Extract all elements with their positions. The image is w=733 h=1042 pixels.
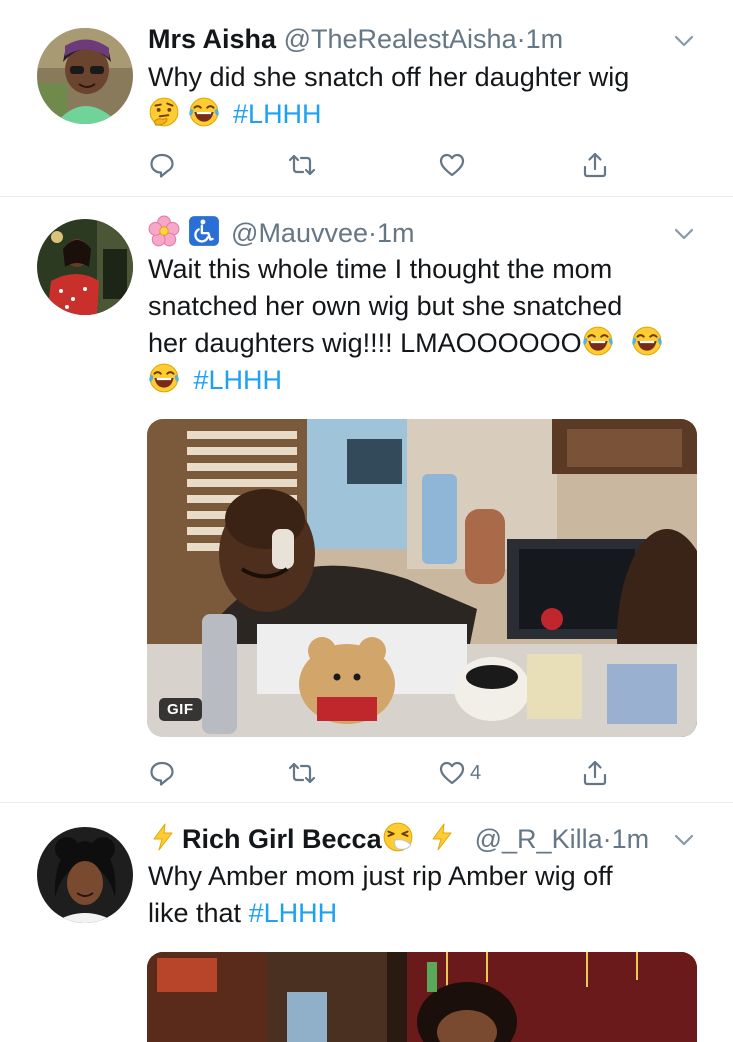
timestamp[interactable]: 1m [377, 218, 415, 248]
display-name[interactable]: Rich Girl Becca [182, 824, 382, 854]
separator: · [602, 824, 612, 854]
heart-icon [439, 761, 465, 785]
hashtag-link[interactable]: #LHHH [233, 99, 322, 129]
chevron-down-icon[interactable] [671, 28, 697, 54]
gif-image [147, 952, 697, 1042]
like-button[interactable]: 4 [438, 753, 481, 793]
hashtag-link[interactable]: #LHHH [249, 898, 338, 928]
retweet-icon [288, 762, 316, 784]
gif-image [147, 419, 697, 737]
reply-button[interactable] [148, 145, 176, 185]
tweet-text-line: Why did she snatch off her daughter wig [148, 62, 630, 92]
tweet-text-line: Why Amber mom just rip Amber wig off [148, 861, 613, 891]
sneezing-face-icon [382, 822, 413, 852]
avatar[interactable] [37, 827, 133, 923]
tears-of-joy-icon [187, 97, 220, 127]
handle[interactable]: @_R_Killa [475, 824, 603, 854]
tweet-header: @Mauvvee·1m [148, 215, 415, 250]
tweet-actions [140, 145, 620, 185]
timestamp[interactable]: 1m [526, 24, 564, 54]
tweet-text-line: like that #LHHH [148, 895, 693, 932]
heart-icon [439, 153, 465, 177]
tweet-text-line: #LHHH [148, 362, 693, 399]
tweet-text-line: her daughters wig!!!! LMAOOOOOO [148, 325, 693, 362]
tweet-text: Why did she snatch off her daughter wig … [148, 59, 693, 133]
gif-badge: GIF [159, 698, 202, 721]
avatar[interactable] [37, 28, 133, 124]
handle[interactable]: @TheRealestAisha [284, 24, 517, 54]
share-button[interactable] [581, 753, 609, 793]
gif-media[interactable]: GIF [147, 419, 697, 737]
hashtag-link[interactable]: #LHHH [194, 365, 283, 395]
wheelchair-symbol-icon [187, 215, 220, 247]
tweet-text-fragment: her daughters wig!!!! LMAOOOOOO [148, 328, 582, 358]
separator: · [368, 218, 377, 248]
chevron-down-icon[interactable] [671, 827, 697, 853]
tweet-text-fragment: like that [148, 898, 242, 928]
tweet-actions: 4 [140, 753, 620, 793]
high-voltage-icon [432, 823, 452, 851]
tweet[interactable]: Mrs Aisha @TheRealestAisha·1m Why did sh… [0, 4, 733, 197]
tweet[interactable]: Rich Girl Becca @_R_Killa·1m Why Amber m… [0, 803, 733, 1042]
tweet-text-line: Wait this whole time I thought the mom [148, 254, 613, 284]
gif-media[interactable] [147, 952, 697, 1042]
cherry-blossom-icon [148, 215, 180, 247]
chevron-down-icon[interactable] [671, 221, 697, 247]
tweet-text-line: #LHHH [148, 96, 693, 133]
tears-of-joy-icon [148, 363, 180, 393]
tweet-text: Wait this whole time I thought the mom s… [148, 251, 693, 399]
reply-icon [150, 153, 174, 178]
retweet-button[interactable] [287, 753, 317, 793]
timestamp[interactable]: 1m [612, 824, 650, 854]
reply-icon [150, 761, 174, 786]
tweet-text: Why Amber mom just rip Amber wig off lik… [148, 858, 693, 932]
avatar[interactable] [37, 219, 133, 315]
retweet-button[interactable] [287, 145, 317, 185]
handle[interactable]: @Mauvvee [231, 218, 368, 248]
tweet-header: Rich Girl Becca @_R_Killa·1m [148, 821, 649, 856]
thinking-face-icon [149, 97, 179, 127]
tears-of-joy-icon [631, 326, 663, 356]
like-button[interactable] [438, 145, 466, 185]
like-count: 4 [470, 761, 482, 784]
tweet[interactable]: @Mauvvee·1m Wait this whole time I thoug… [0, 197, 733, 803]
separator: · [516, 24, 526, 54]
tears-of-joy-icon [581, 326, 614, 356]
tweet-text-line: snatched her own wig but she snatched [148, 291, 623, 321]
high-voltage-icon [153, 823, 173, 851]
retweet-icon [288, 154, 316, 176]
share-icon [583, 760, 607, 786]
display-name[interactable]: Mrs Aisha [148, 24, 276, 54]
share-icon [583, 152, 607, 178]
reply-button[interactable] [148, 753, 176, 793]
tweet-header: Mrs Aisha @TheRealestAisha·1m [148, 22, 563, 56]
share-button[interactable] [581, 145, 609, 185]
